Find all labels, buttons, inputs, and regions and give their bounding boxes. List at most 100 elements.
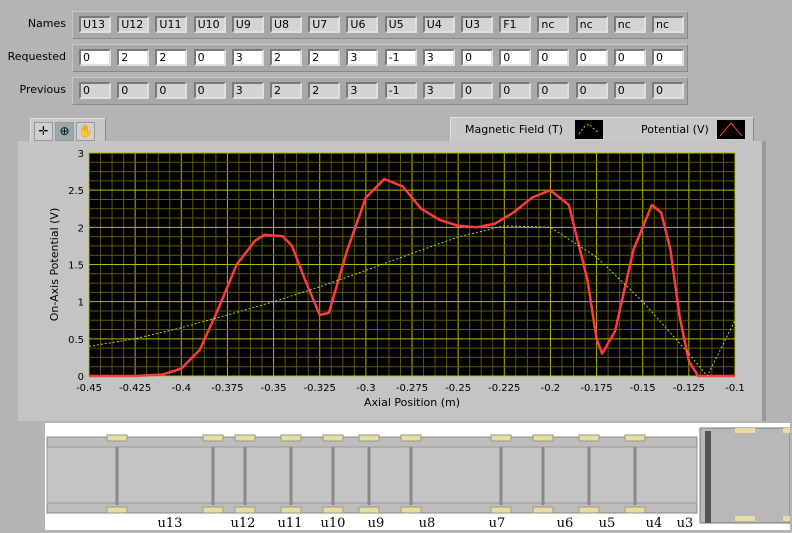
requested-cell[interactable]: 3 [346, 49, 379, 66]
bolt [735, 428, 755, 433]
previous-cell: 0 [79, 82, 111, 99]
electrode-label: u9 [368, 516, 385, 530]
names-cell: nc [652, 16, 684, 33]
electrode-label: u12 [231, 516, 256, 530]
names-cell: U11 [155, 16, 188, 33]
x-tick-label: -0.15 [630, 383, 656, 394]
x-tick-label: -0.1 [725, 383, 745, 394]
potential-chart[interactable]: -0.45 -0.425 -0.4 -0.375 -0.35 -0.325 -0.3 -0.2… [18, 141, 762, 421]
bolt [106, 506, 128, 514]
row-label-names: Names [27, 17, 66, 30]
requested-cell[interactable]: 0 [461, 49, 493, 66]
y-axis-label: On-Axis Potential (V) [48, 208, 61, 321]
legend-magnetic-label: Magnetic Field (T) [465, 123, 564, 136]
bolt [578, 506, 600, 514]
y-tick-label: 2.5 [68, 186, 84, 197]
electrode-label: u10 [321, 516, 346, 530]
electrode-label: u4 [646, 516, 663, 530]
names-cell: U8 [270, 16, 302, 33]
bolt [322, 506, 344, 514]
bolt [578, 434, 600, 442]
bolt [322, 434, 344, 442]
requested-cell[interactable]: 2 [155, 49, 188, 66]
bolt [234, 506, 256, 514]
requested-cell[interactable]: 0 [499, 49, 532, 66]
y-tick-label: 3 [78, 149, 84, 160]
x-tick-label: -0.4 [172, 383, 192, 394]
names-cell: nc [575, 16, 608, 33]
bolt [783, 428, 792, 433]
names-cell: U9 [231, 16, 264, 33]
requested-cell[interactable]: 3 [422, 49, 455, 66]
names-cell: nc [613, 16, 646, 33]
names-cell: F1 [499, 16, 532, 33]
bolt [532, 434, 554, 442]
requested-cell[interactable]: 2 [270, 49, 302, 66]
bolt [280, 506, 302, 514]
requested-cell[interactable]: 3 [231, 49, 264, 66]
bolt [202, 506, 224, 514]
previous-cell: 2 [270, 82, 302, 99]
bolt [202, 434, 224, 442]
requested-cell[interactable]: -1 [384, 49, 417, 66]
previous-cell: 0 [575, 82, 608, 99]
x-tick-label: -0.275 [396, 383, 428, 394]
names-cell: U6 [346, 16, 379, 33]
previous-cell: 0 [499, 82, 532, 99]
y-tick-label: 1 [78, 298, 84, 309]
x-tick-label: -0.2 [541, 383, 561, 394]
x-tick-label: -0.325 [304, 383, 336, 394]
chart-panel: -0.45 -0.425 -0.4 -0.375 -0.35 -0.325 -0.3 -0.2… [18, 141, 766, 421]
pan-hand-icon[interactable]: ✋ [76, 122, 95, 141]
previous-cell: 3 [422, 82, 455, 99]
requested-cell[interactable]: 0 [193, 49, 226, 66]
legend-potential-swatch[interactable] [717, 120, 745, 139]
previous-cell: 3 [346, 82, 379, 99]
previous-cell: 0 [461, 82, 493, 99]
names-cell: U10 [193, 16, 226, 33]
previous-cell: 0 [117, 82, 150, 99]
electrode-label: u6 [557, 516, 574, 530]
tube-inner [46, 446, 698, 504]
electrode-label: u8 [419, 516, 436, 530]
names-cell: U5 [384, 16, 417, 33]
requested-array: 0 2 2 0 3 2 2 3 -1 3 0 0 0 0 0 0 [72, 44, 688, 72]
requested-cell[interactable]: 0 [537, 49, 570, 66]
previous-cell: -1 [384, 82, 417, 99]
row-label-requested: Requested [7, 50, 66, 63]
x-tick-label: -0.35 [261, 383, 287, 394]
requested-cell[interactable]: 0 [79, 49, 111, 66]
legend-magnetic-swatch[interactable] [575, 120, 603, 139]
names-cell: U13 [79, 16, 111, 33]
electrode-label: u5 [599, 516, 616, 530]
zoom-icon[interactable]: ⊕ [55, 122, 74, 141]
x-tick-label: -0.225 [488, 383, 520, 394]
names-cell: U3 [461, 16, 493, 33]
bolt [735, 516, 755, 521]
bolt [624, 434, 646, 442]
previous-cell: 0 [537, 82, 570, 99]
bolt [358, 506, 380, 514]
previous-cell: 0 [155, 82, 188, 99]
previous-cell: 0 [652, 82, 684, 99]
previous-cell: 3 [231, 82, 264, 99]
bolt [490, 506, 512, 514]
previous-cell: 2 [308, 82, 341, 99]
requested-cell[interactable]: 0 [652, 49, 684, 66]
requested-cell[interactable]: 2 [117, 49, 150, 66]
electrode-label: u3 [677, 516, 694, 530]
y-tick-label: 2 [78, 223, 84, 234]
previous-cell: 0 [613, 82, 646, 99]
names-cell: U4 [422, 16, 455, 33]
x-tick-label: -0.25 [445, 383, 471, 394]
crosshair-cursor-icon[interactable]: ✛ [34, 122, 53, 141]
requested-cell[interactable]: 0 [613, 49, 646, 66]
requested-cell[interactable]: 0 [575, 49, 608, 66]
electrode-drawing: u13 u12 u11 u10 u9 u8 u7 u6 u5 u4 u3 [45, 423, 792, 531]
legend-potential-label: Potential (V) [641, 123, 709, 136]
requested-cell[interactable]: 2 [308, 49, 341, 66]
bolt [532, 506, 554, 514]
bolt [624, 506, 646, 514]
row-label-previous: Previous [19, 83, 67, 96]
bolt [783, 516, 792, 521]
